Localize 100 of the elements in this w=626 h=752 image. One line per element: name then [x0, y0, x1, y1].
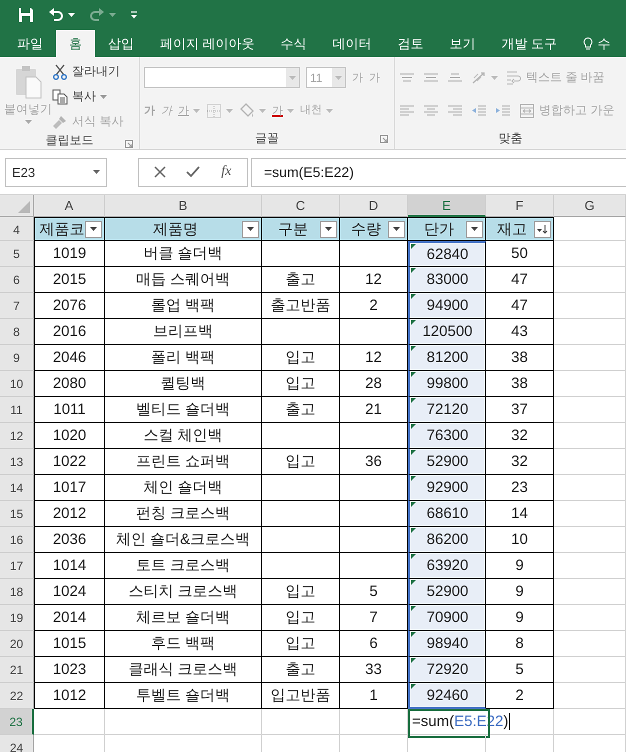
group-label: 클립보드 — [46, 132, 94, 149]
cut-button[interactable]: 잘라내기 — [52, 62, 120, 82]
table-cell: 출고 — [262, 267, 340, 293]
caret-icon — [90, 227, 97, 231]
row-header[interactable]: 19 — [0, 605, 34, 631]
filter-button[interactable] — [466, 220, 483, 238]
formula-input[interactable]: =sum(E5:E22) — [251, 158, 626, 186]
row-header[interactable]: 13 — [0, 449, 34, 475]
align-left-icon — [399, 104, 415, 116]
row-header[interactable]: 4 — [0, 217, 34, 241]
sort-filter-button[interactable] — [534, 220, 551, 238]
column-header[interactable]: B — [105, 195, 262, 217]
row-header[interactable]: 18 — [0, 579, 34, 605]
row-header[interactable]: 24 — [0, 735, 34, 752]
table-cell: 99800 — [408, 371, 486, 397]
empty-cell — [554, 397, 626, 423]
table-cell: 9 — [486, 553, 554, 579]
table-cell: 2076 — [34, 293, 105, 319]
row-header[interactable]: 22 — [0, 683, 34, 709]
caret-icon — [471, 227, 478, 231]
row-header[interactable]: 7 — [0, 293, 34, 319]
column-header[interactable]: D — [340, 195, 408, 217]
row-header[interactable]: 8 — [0, 319, 34, 345]
caret-icon — [325, 227, 332, 231]
table-cell: 5 — [486, 657, 554, 683]
table-cell: 52900 — [408, 579, 486, 605]
row-header[interactable]: 20 — [0, 631, 34, 657]
align-center-icon — [423, 104, 439, 116]
row-header[interactable]: 12 — [0, 423, 34, 449]
group-label: 맞춤 — [498, 130, 522, 146]
filter-button[interactable] — [320, 220, 337, 238]
column-heading: 구분 — [277, 220, 309, 238]
filter-button[interactable] — [242, 220, 259, 238]
ribbon-tab[interactable]: 검토 — [384, 30, 437, 57]
row-header[interactable]: 15 — [0, 501, 34, 527]
filter-button[interactable] — [85, 220, 102, 238]
table-cell: 2012 — [34, 501, 105, 527]
table-cell: 68610 — [408, 501, 486, 527]
table-cell: 1011 — [34, 397, 105, 423]
table-cell: 1020 — [34, 423, 105, 449]
empty-cell — [554, 605, 626, 631]
table-cell: 브리프백 — [105, 319, 262, 345]
copy-button[interactable]: 복사 — [52, 86, 107, 106]
column-header[interactable]: E — [408, 195, 486, 217]
row-header[interactable]: 14 — [0, 475, 34, 501]
table-cell: 체인 숄더백 — [105, 475, 262, 501]
align-top-icon — [399, 72, 415, 82]
table-cell: 펀칭 크로스백 — [105, 501, 262, 527]
table-cell: 62840 — [408, 241, 486, 267]
row-header[interactable]: 6 — [0, 267, 34, 293]
row-header[interactable]: 23 — [0, 709, 34, 735]
column-header[interactable]: C — [262, 195, 340, 217]
row-header[interactable]: 21 — [0, 657, 34, 683]
ribbon-tab[interactable]: 개발 도구 — [488, 30, 570, 57]
caret-icon — [393, 227, 400, 231]
ribbon-tab[interactable]: 보기 — [436, 30, 489, 57]
dialog-launcher-icon[interactable] — [125, 140, 133, 148]
name-box[interactable]: E23 — [5, 158, 107, 186]
ribbon-tab[interactable]: 파일 — [4, 30, 56, 57]
ribbon-tab[interactable]: 홈 — [56, 30, 95, 57]
orientation-icon — [471, 70, 487, 86]
row-header[interactable]: 16 — [0, 527, 34, 553]
table-cell: 52900 — [408, 449, 486, 475]
column-heading: 재고 — [496, 220, 528, 238]
filter-button[interactable] — [388, 220, 405, 238]
ribbon-tab[interactable]: 데이터 — [320, 30, 385, 57]
table-cell: 입고 — [262, 345, 340, 371]
ribbon-tab[interactable]: 페이지 레이아웃 — [147, 30, 268, 57]
row-header[interactable]: 9 — [0, 345, 34, 371]
tell-me-search[interactable]: 수 — [570, 30, 624, 57]
clipboard-icon — [14, 65, 42, 99]
table-cell: 2080 — [34, 371, 105, 397]
dialog-launcher-icon[interactable] — [380, 135, 388, 143]
decrease-indent-icon — [471, 104, 487, 116]
table-cell: 출고반품 — [262, 293, 340, 319]
row-header[interactable]: 5 — [0, 241, 34, 267]
table-cell: 14 — [486, 501, 554, 527]
column-header[interactable]: A — [34, 195, 105, 217]
table-cell: 1015 — [34, 631, 105, 657]
table-cell: 2036 — [34, 527, 105, 553]
ribbon-tab[interactable]: 수식 — [268, 30, 320, 57]
table-cell: 출고 — [262, 397, 340, 423]
table-cell: 72120 — [408, 397, 486, 423]
table-cell: 38 — [486, 371, 554, 397]
empty-cell — [340, 709, 408, 735]
select-all-icon — [17, 200, 31, 214]
table-cell: 1014 — [34, 553, 105, 579]
table-cell: 1022 — [34, 449, 105, 475]
ribbon-tab[interactable]: 삽입 — [95, 30, 147, 57]
wrap-text-icon — [506, 70, 522, 86]
table-cell: 63920 — [408, 553, 486, 579]
empty-cell — [554, 527, 626, 553]
row-header[interactable]: 11 — [0, 397, 34, 423]
column-heading: 제품코 — [39, 220, 85, 238]
column-header[interactable]: F — [486, 195, 554, 217]
column-header[interactable]: G — [554, 195, 626, 217]
insert-function-button[interactable]: fx — [213, 161, 240, 183]
row-header[interactable]: 10 — [0, 371, 34, 397]
row-header[interactable]: 17 — [0, 553, 34, 579]
table-cell: 벨티드 숄더백 — [105, 397, 262, 423]
